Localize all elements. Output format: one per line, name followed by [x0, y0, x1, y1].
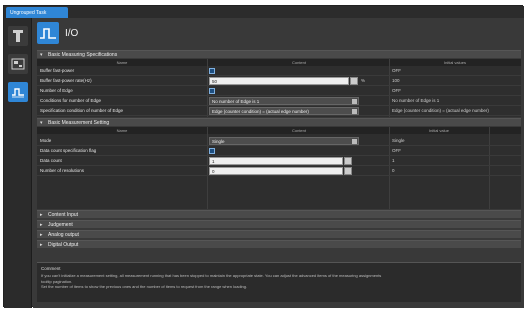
section-title: Digital Output: [48, 242, 79, 248]
section-title: Judgement: [48, 222, 73, 228]
section-analog-output-header[interactable]: ▸ Analog output: [37, 230, 521, 238]
row-label: Specification condition of number of Edg…: [40, 108, 124, 113]
edge-specification-select[interactable]: Edge (counter condition) = (actual edge …: [209, 107, 359, 115]
table-row: Buffer fast-power rate(Hz) 50 % 100: [37, 76, 521, 86]
table-row: Number of Edge OFF: [37, 86, 521, 96]
rail-item-timing-settings[interactable]: [8, 82, 28, 102]
resolutions-input[interactable]: 0: [209, 167, 343, 175]
initial-value: Edge (counter condition) = (actual edge …: [392, 108, 489, 113]
section-content-input-header[interactable]: ▸ Content Input: [37, 210, 521, 218]
tab-ungrouped-task[interactable]: Ungrouped Task: [6, 7, 68, 18]
chevron-right-icon: ▸: [40, 242, 43, 248]
column-header-name: Name: [116, 128, 128, 133]
chevron-right-icon: ▸: [40, 222, 43, 228]
section-title: Content Input: [48, 212, 79, 218]
select-value: Edge (counter condition) = (actual edge …: [212, 109, 309, 114]
data-count-flag-checkbox[interactable]: [209, 148, 215, 154]
initial-value: OFF: [392, 148, 401, 153]
main-panel: I/O ▾ Basic Measuring Specifications Name…: [33, 18, 524, 308]
column-header-content: Content: [291, 128, 306, 133]
initial-value: OFF: [392, 88, 401, 93]
buffer-fast-power-checkbox[interactable]: [209, 68, 215, 74]
grid-header: Name Content Initial value: [37, 127, 521, 134]
section-basic-measurement-setting-header[interactable]: ▾ Basic Measurement Setting: [37, 118, 521, 126]
initial-value: 1: [392, 158, 395, 163]
column-header-initial: Initial values: [443, 60, 466, 65]
number-of-edge-checkbox[interactable]: [209, 88, 215, 94]
rail-item-task-settings[interactable]: [8, 54, 28, 74]
column-header-content: Content: [291, 60, 306, 65]
initial-value: 100: [392, 78, 400, 83]
unit-label: %: [361, 78, 366, 83]
chevron-down-icon: ▾: [40, 120, 43, 126]
table-row: Number of resolutions 0 0: [37, 166, 521, 176]
section-title: Analog output: [48, 232, 79, 238]
io-page-icon: [37, 22, 59, 44]
app-window: Ungrouped Task I/O ▾ Basic Measuring Spec…: [3, 5, 524, 308]
initial-value: OFF: [392, 68, 401, 73]
timing-chart-icon: [12, 88, 24, 98]
initial-value: 0: [392, 168, 395, 173]
comment-title: Comment: [41, 266, 61, 271]
table-row: Data count specification flag OFF: [37, 146, 521, 156]
table-row: Conditions for number of Edge No number …: [37, 96, 521, 106]
section-title: Basic Measuring Specifications: [48, 52, 118, 58]
row-label: Mode: [40, 138, 52, 143]
comment-panel: Comment If you can't initialize a measur…: [37, 262, 521, 302]
basic-measuring-grid: Name Content Initial values Buffer fast-…: [37, 59, 521, 117]
table-row: Mode Single Single: [37, 136, 521, 146]
chevron-right-icon: ▸: [40, 212, 43, 218]
section-title: Basic Measurement Setting: [48, 120, 110, 126]
mode-select[interactable]: Single: [209, 137, 359, 145]
title-bar: Ungrouped Task: [4, 6, 524, 18]
io-variable-icon: [13, 30, 23, 42]
rate-stepper[interactable]: [350, 77, 358, 85]
dropdown-arrow-icon: [352, 109, 357, 114]
data-count-input[interactable]: 1: [209, 157, 343, 165]
column-header-name: Name: [116, 60, 128, 65]
grid-header: Name Content Initial values: [37, 59, 521, 66]
chevron-right-icon: ▸: [40, 232, 43, 238]
data-count-stepper[interactable]: [344, 157, 352, 165]
section-basic-measuring-header[interactable]: ▾ Basic Measuring Specifications: [37, 50, 521, 58]
task-settings-icon: [11, 58, 25, 70]
dropdown-arrow-icon: [352, 139, 357, 144]
row-label: Buffer fast-power rate(Hz): [40, 78, 92, 83]
row-label: Number of Edge: [40, 88, 73, 93]
column-header-initial: Initial value: [428, 128, 449, 133]
page-title: I/O: [65, 28, 79, 39]
comment-line: Set the number of items to show the prev…: [41, 284, 248, 289]
chevron-down-icon: ▾: [40, 52, 43, 58]
measurement-setting-grid: Name Content Initial value Mode Single S…: [37, 127, 521, 209]
select-value: Single: [212, 139, 225, 144]
row-label: Data count specification flag: [40, 148, 97, 153]
row-label: Number of resolutions: [40, 168, 85, 173]
edge-condition-select[interactable]: No number of Edge is 1: [209, 97, 359, 105]
section-judgement-header[interactable]: ▸ Judgement: [37, 220, 521, 228]
buffer-rate-input[interactable]: 50: [209, 77, 349, 85]
left-icon-rail: [4, 18, 32, 308]
page-header: I/O: [37, 22, 517, 44]
row-label: Conditions for number of Edge: [40, 98, 102, 103]
dropdown-arrow-icon: [352, 99, 357, 104]
resolutions-stepper[interactable]: [344, 167, 352, 175]
row-label: Data count: [40, 158, 62, 163]
table-row: Specification condition of number of Edg…: [37, 106, 521, 116]
select-value: No number of Edge is 1: [212, 99, 260, 104]
section-digital-output-header[interactable]: ▸ Digital Output: [37, 240, 521, 248]
rail-item-io-variable[interactable]: [8, 26, 28, 46]
initial-value: Single: [392, 138, 405, 143]
row-label: Buffer fast-power: [40, 68, 75, 73]
table-row: Data count 1 1: [37, 156, 521, 166]
table-row: Buffer fast-power OFF: [37, 66, 521, 76]
initial-value: No number of Edge is 1: [392, 98, 440, 103]
